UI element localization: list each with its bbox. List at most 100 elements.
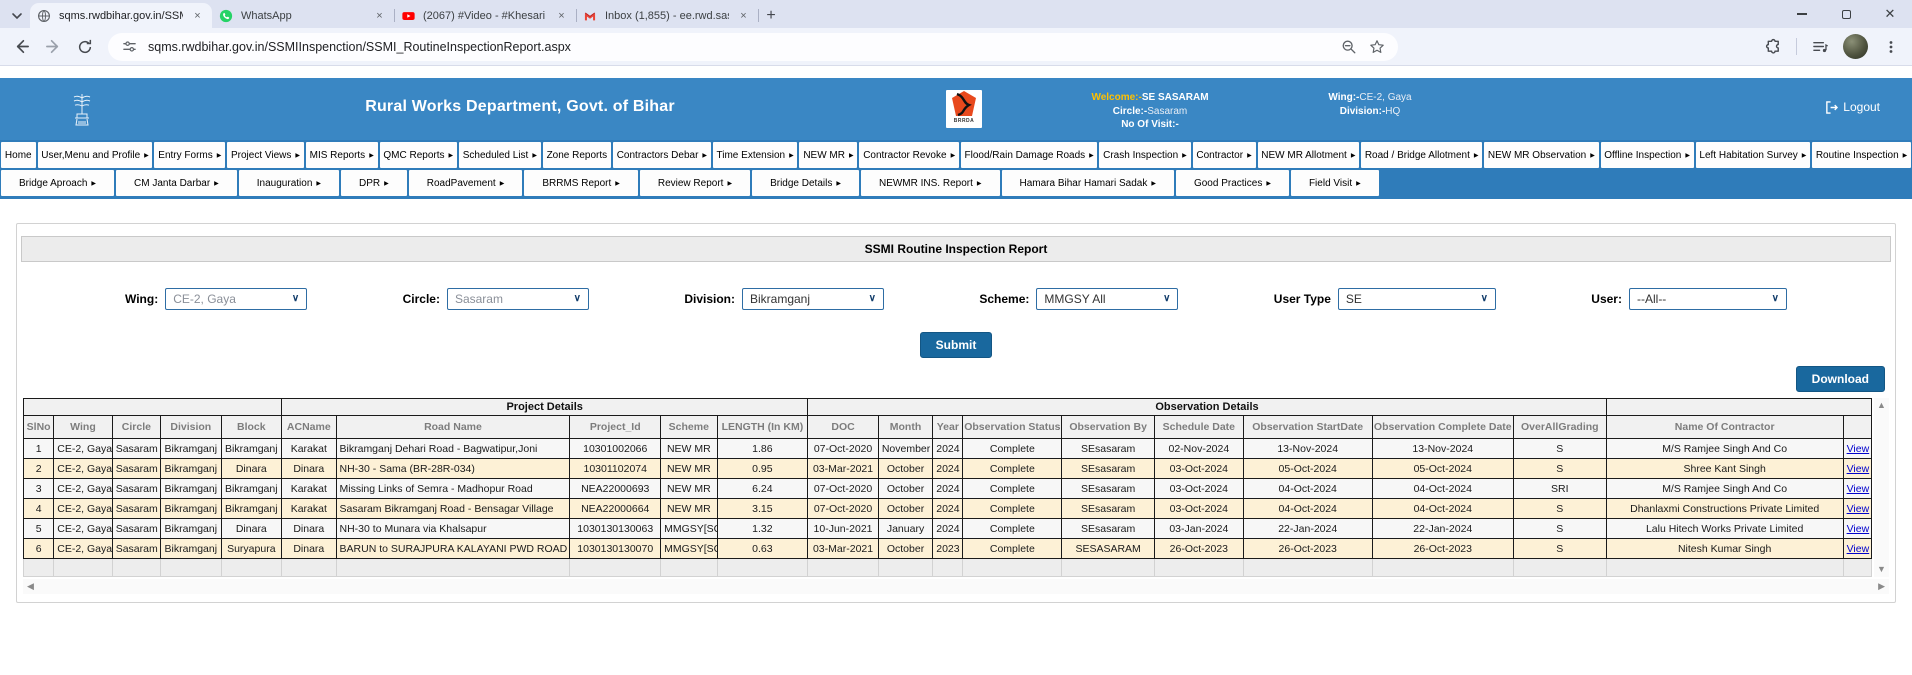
scheme-selected-value: MMGSY All xyxy=(1044,292,1105,306)
table-cell: 10301002066 xyxy=(570,439,661,459)
table-cell: Complete xyxy=(963,459,1062,479)
view-link[interactable]: View xyxy=(1847,443,1870,455)
close-icon[interactable]: ✕ xyxy=(1868,0,1912,28)
nav-item-mis-reports[interactable]: MIS Reports▶ xyxy=(306,142,378,168)
profile-avatar[interactable] xyxy=(1843,34,1868,59)
submenu-arrow-icon: ▶ xyxy=(1351,152,1356,159)
table-cell: 22-Jan-2024 xyxy=(1243,519,1372,539)
view-link[interactable]: View xyxy=(1847,463,1870,475)
horizontal-scrollbar[interactable]: ◀ ▶ xyxy=(23,579,1889,594)
scroll-up-icon[interactable]: ▲ xyxy=(1877,401,1886,410)
main-nav: HomeUser,Menu and Profile▶Entry Forms▶Pr… xyxy=(0,140,1912,199)
nav-item-bridge-details[interactable]: Bridge Details▶ xyxy=(752,170,859,196)
nav-item-cm-janta-darbar[interactable]: CM Janta Darbar▶ xyxy=(116,170,237,196)
download-button[interactable]: Download xyxy=(1796,366,1885,392)
table-cell: Sasaram xyxy=(112,439,160,459)
nav-item-crash-inspection[interactable]: Crash Inspection▶ xyxy=(1099,142,1190,168)
tab-close-icon[interactable]: × xyxy=(554,8,569,23)
nav-item-routine-inspection[interactable]: Routine Inspection▶ xyxy=(1812,142,1911,168)
chevron-down-icon: ∨ xyxy=(574,294,581,304)
nav-item-home[interactable]: Home xyxy=(1,142,36,168)
nav-item-roadpavement[interactable]: RoadPavement▶ xyxy=(409,170,523,196)
menu-dots-icon[interactable] xyxy=(1882,38,1900,56)
browser-tab[interactable]: Inbox (1,855) - ee.rwd.sasaram1 × xyxy=(576,3,758,28)
nav-item-contractors-debar[interactable]: Contractors Debar▶ xyxy=(613,142,711,168)
back-icon[interactable] xyxy=(12,38,30,56)
view-link[interactable]: View xyxy=(1847,483,1870,495)
nav-item-flood-rain-damage-roads[interactable]: Flood/Rain Damage Roads▶ xyxy=(961,142,1097,168)
scroll-left-icon[interactable]: ◀ xyxy=(27,582,34,591)
tab-close-icon[interactable]: × xyxy=(736,8,751,23)
tab-search-chevron-icon[interactable] xyxy=(4,4,30,28)
submenu-arrow-icon: ▶ xyxy=(1685,152,1690,159)
nav-item-bridge-aproach[interactable]: Bridge Aproach▶ xyxy=(1,170,114,196)
nav-item-left-habitation-survey[interactable]: Left Habitation Survey▶ xyxy=(1696,142,1810,168)
bookmark-star-icon[interactable] xyxy=(1368,38,1386,56)
division-select[interactable]: Bikramganj∨ xyxy=(742,288,884,310)
nav-item-new-mr-allotment[interactable]: NEW MR Allotment▶ xyxy=(1258,142,1360,168)
nav-item-dpr[interactable]: DPR▶ xyxy=(341,170,407,196)
table-cell: M/S Ramjee Singh And Co xyxy=(1606,479,1843,499)
nav-item-qmc-reports[interactable]: QMC Reports▶ xyxy=(380,142,457,168)
nav-item-field-visit[interactable]: Field Visit▶ xyxy=(1291,170,1379,196)
new-tab-button[interactable]: + xyxy=(758,3,784,28)
nav-item-new-mr-observation[interactable]: NEW MR Observation▶ xyxy=(1484,142,1598,168)
view-link[interactable]: View xyxy=(1847,543,1870,555)
nav-item-zone-reports[interactable]: Zone Reports xyxy=(543,142,611,168)
submit-button[interactable]: Submit xyxy=(920,332,993,358)
nav-item-hamara-bihar-hamari-sadak[interactable]: Hamara Bihar Hamari Sadak▶ xyxy=(1002,170,1174,196)
logout-button[interactable]: Logout xyxy=(1825,100,1880,114)
nav-item-offline-inspection[interactable]: Offline Inspection▶ xyxy=(1601,142,1694,168)
nav-item-label: Zone Reports xyxy=(547,150,608,161)
zoom-icon[interactable] xyxy=(1340,38,1358,56)
reload-icon[interactable] xyxy=(76,38,94,56)
tab-close-icon[interactable]: × xyxy=(190,8,205,23)
nav-item-review-report[interactable]: Review Report▶ xyxy=(640,170,750,196)
nav-item-entry-forms[interactable]: Entry Forms▶ xyxy=(154,142,225,168)
user-select[interactable]: --All--∨ xyxy=(1629,288,1787,310)
submenu-arrow-icon: ▶ xyxy=(295,152,300,159)
column-header: Wing xyxy=(54,416,112,439)
restore-icon[interactable] xyxy=(1824,0,1868,28)
nav-item-brrms-report[interactable]: BRRMS Report▶ xyxy=(524,170,638,196)
address-bar[interactable]: sqms.rwdbihar.gov.in/SSMIInspenction/SSM… xyxy=(108,33,1398,61)
circle-select[interactable]: Sasaram∨ xyxy=(447,288,589,310)
scroll-down-icon[interactable]: ▼ xyxy=(1877,565,1886,574)
browser-tab[interactable]: (2067) #Video - #Khesari Lal Ya× xyxy=(394,3,576,28)
wing-select[interactable]: CE-2, Gaya∨ xyxy=(165,288,307,310)
nav-item-time-extension[interactable]: Time Extension▶ xyxy=(713,142,798,168)
submenu-arrow-icon: ▶ xyxy=(615,180,620,187)
chevron-down-icon: ∨ xyxy=(1772,294,1779,304)
nav-item-contractor[interactable]: Contractor▶ xyxy=(1193,142,1256,168)
nav-item-new-mr[interactable]: NEW MR▶ xyxy=(799,142,857,168)
nav-item-label: DPR xyxy=(359,178,380,189)
nav-item-inauguration[interactable]: Inauguration▶ xyxy=(239,170,339,196)
view-link[interactable]: View xyxy=(1847,523,1870,535)
extensions-icon[interactable] xyxy=(1764,38,1782,56)
nav-item-scheduled-list[interactable]: Scheduled List▶ xyxy=(459,142,541,168)
nav-item-project-views[interactable]: Project Views▶ xyxy=(227,142,304,168)
nav-item-newmr-ins-report[interactable]: NEWMR INS. Report▶ xyxy=(861,170,1000,196)
user-type-select[interactable]: SE∨ xyxy=(1338,288,1496,310)
table-cell: 1030130130070 xyxy=(570,539,661,559)
forward-icon[interactable] xyxy=(44,38,62,56)
nav-item-good-practices[interactable]: Good Practices▶ xyxy=(1176,170,1289,196)
nav-item-contractor-revoke[interactable]: Contractor Revoke▶ xyxy=(859,142,958,168)
scroll-right-icon[interactable]: ▶ xyxy=(1878,582,1885,591)
media-queue-icon[interactable] xyxy=(1811,38,1829,56)
scheme-select[interactable]: MMGSY All∨ xyxy=(1036,288,1178,310)
view-link[interactable]: View xyxy=(1847,503,1870,515)
tab-close-icon[interactable]: × xyxy=(372,8,387,23)
tab-title: Inbox (1,855) - ee.rwd.sasaram1 xyxy=(605,10,729,22)
nav-item-user-menu-and-profile[interactable]: User,Menu and Profile▶ xyxy=(38,142,153,168)
vertical-scrollbar[interactable]: ▲ ▼ xyxy=(1874,398,1889,577)
table-cell: S xyxy=(1513,439,1606,459)
browser-tab[interactable]: sqms.rwdbihar.gov.in/SSMIInsp× xyxy=(30,3,212,28)
site-settings-icon[interactable] xyxy=(120,38,138,56)
browser-tab[interactable]: WhatsApp× xyxy=(212,3,394,28)
submenu-arrow-icon: ▶ xyxy=(91,180,96,187)
nav-item-road-bridge-allotment[interactable]: Road / Bridge Allotment▶ xyxy=(1361,142,1482,168)
table-cell: 2 xyxy=(24,459,54,479)
minimize-icon[interactable] xyxy=(1780,0,1824,28)
table-cell: 2023 xyxy=(933,539,963,559)
